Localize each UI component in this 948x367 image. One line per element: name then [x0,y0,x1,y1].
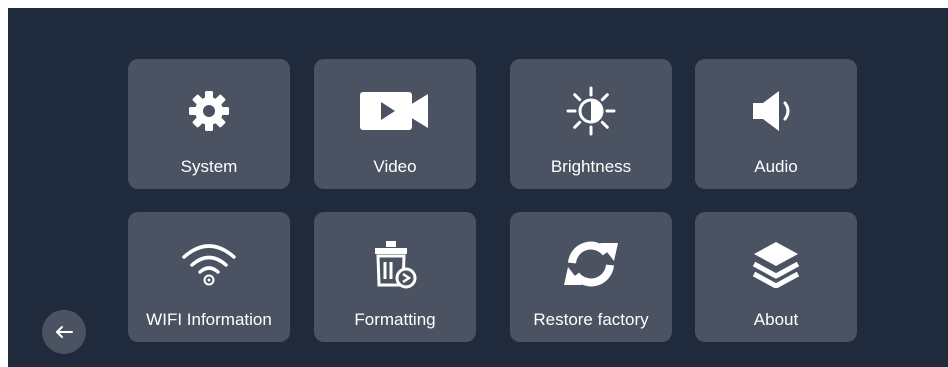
tile-brightness[interactable]: Brightness [510,59,672,189]
tile-audio[interactable]: Audio [695,59,857,189]
speaker-icon [695,85,857,137]
tile-about[interactable]: About [695,212,857,342]
tile-label: Formatting [354,310,436,329]
tile-wifi-information[interactable]: WIFI Information [128,212,290,342]
wifi-icon [128,238,290,290]
tile-label: About [753,310,799,329]
settings-screen: System Video Brightness Audio WIFI Infor… [8,8,948,367]
tile-label: Audio [754,157,798,176]
restore-icon [510,238,672,290]
back-button[interactable] [42,310,86,354]
brightness-icon [510,85,672,137]
tile-label: Video [373,157,417,176]
arrow-left-icon [56,326,73,338]
tile-label: Brightness [550,157,632,176]
tile-label: Restore factory [533,310,649,329]
tile-restore-factory[interactable]: Restore factory [510,212,672,342]
video-camera-icon [314,85,476,137]
tile-label: WIFI Information [146,310,272,329]
layers-icon [695,238,857,290]
gear-icon [128,85,290,137]
tile-label: System [180,157,238,176]
tile-system[interactable]: System [128,59,290,189]
trash-format-icon [314,238,476,290]
tile-formatting[interactable]: Formatting [314,212,476,342]
tile-video[interactable]: Video [314,59,476,189]
